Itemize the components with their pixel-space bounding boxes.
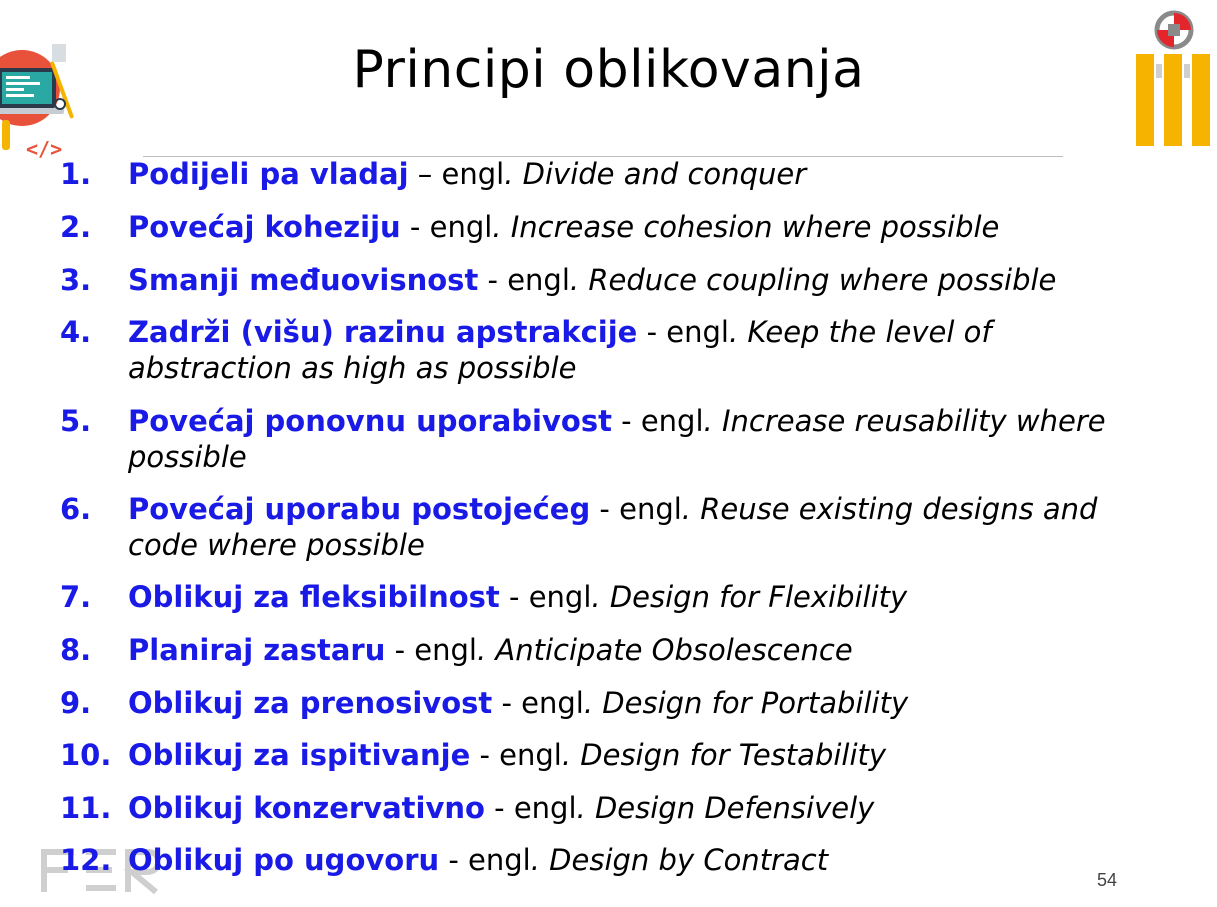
item-english: . Design for Flexibility [591, 580, 908, 614]
page-number: 54 [1097, 870, 1118, 890]
item-term: Povećaj koheziju [128, 210, 401, 244]
item-number: 3. [60, 263, 92, 297]
item-separator: - engl [439, 843, 531, 877]
item-separator: - engl [478, 263, 570, 297]
item-separator: - engl [385, 633, 477, 667]
item-number: 7. [60, 580, 92, 614]
item-term: Oblikuj po ugovoru [128, 843, 440, 877]
item-english: . Design for Portability [583, 686, 909, 720]
item-separator: - engl [400, 210, 493, 244]
item-term: Smanji međuovisnost [128, 263, 479, 297]
item-english: . Design Defensively [576, 791, 875, 825]
item-term: Podijeli pa vladaj [128, 157, 409, 191]
item-separator: - engl [611, 404, 704, 438]
item-separator: - engl [470, 738, 562, 772]
item-separator: - engl [637, 315, 729, 349]
item-separator: – engl [408, 157, 505, 191]
item-number: 5. [60, 404, 92, 438]
item-separator: - engl [492, 686, 584, 720]
item-number: 2. [60, 210, 92, 244]
item-separator: - engl [484, 791, 577, 825]
item-term: Povećaj uporabu postojećeg [128, 492, 591, 526]
item-term: Zadrži (višu) razinu apstrakcije [128, 315, 638, 349]
item-number: 12. [60, 843, 112, 877]
item-separator: - engl [590, 492, 682, 526]
item-term: Planiraj zastaru [128, 633, 386, 667]
svg-text:</>: </> [26, 137, 62, 161]
item-number: 9. [60, 686, 92, 720]
item-term: Oblikuj za ispitivanje [128, 738, 471, 772]
item-number: 8. [60, 633, 92, 667]
slide: </> Principi oblikovanja 1. Podijeli pa … [0, 0, 1217, 907]
item-english: . Divide and conquer [504, 157, 807, 191]
item-term: Povećaj ponovnu uporabivost [128, 404, 612, 438]
item-number: 6. [60, 492, 92, 526]
item-number: 11. [60, 791, 112, 825]
item-english: . Design for Testability [561, 738, 887, 772]
item-number: 4. [60, 315, 92, 349]
item-english: . Increase cohesion where possible [492, 210, 1000, 244]
item-term: Oblikuj za fleksibilnost [128, 580, 500, 614]
item-english: . Design by Contract [530, 843, 829, 877]
item-english: . Reduce coupling where possible [569, 263, 1057, 297]
slide-title: Principi oblikovanja [352, 40, 865, 100]
item-number: 10. [60, 738, 112, 772]
item-number: 1. [60, 157, 92, 191]
item-separator: - engl [499, 580, 592, 614]
item-english: . Anticipate Obsolescence [476, 633, 853, 667]
item-term: Oblikuj za prenosivost [128, 686, 493, 720]
item-term: Oblikuj konzervativno [128, 791, 485, 825]
